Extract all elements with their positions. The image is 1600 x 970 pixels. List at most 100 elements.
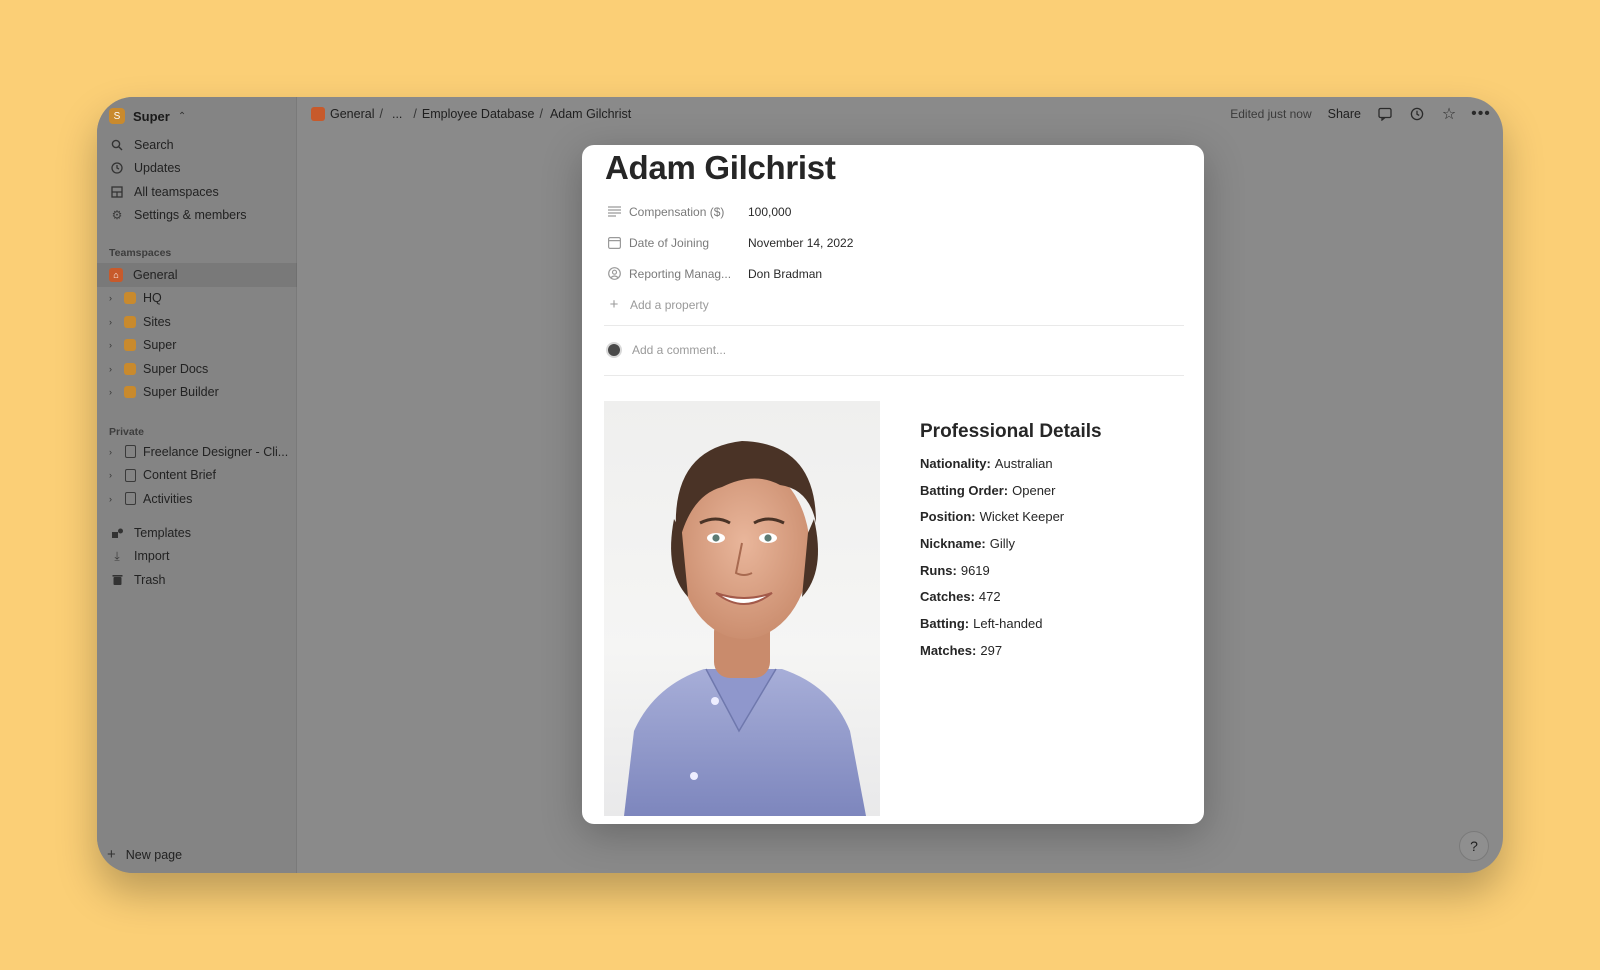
chevron-right-icon[interactable]: ›	[109, 364, 117, 374]
sidebar-item-templates[interactable]: Templates	[97, 521, 297, 545]
chevron-right-icon[interactable]: ›	[109, 293, 117, 303]
sidebar-item-super-docs[interactable]: › Super Docs	[97, 357, 297, 381]
comment-icon[interactable]	[1377, 106, 1393, 122]
detail-row: Batting Order: Opener	[920, 477, 1102, 504]
home-icon: ⌂	[109, 267, 123, 282]
sidebar-item-label: Activities	[143, 491, 193, 506]
property-row[interactable]: Date of Joining November 14, 2022	[606, 227, 1186, 258]
help-button[interactable]: ?	[1459, 831, 1489, 861]
property-row[interactable]: Reporting Manag... Don Bradman	[606, 258, 1186, 289]
teamspace-icon	[123, 362, 137, 376]
sidebar-item-general[interactable]: ⌂ General	[97, 263, 297, 287]
sidebar-item-hq[interactable]: › HQ	[97, 287, 297, 311]
detail-row: Matches: 297	[920, 637, 1102, 664]
sidebar-item-all-teamspaces[interactable]: All teamspaces	[97, 180, 297, 204]
detail-value: 297	[980, 642, 1003, 658]
sidebar-item-label: Trash	[134, 572, 166, 587]
detail-row: Runs: 9619	[920, 557, 1102, 584]
property-value[interactable]: November 14, 2022	[748, 236, 853, 250]
detail-key: Matches:	[920, 642, 977, 658]
comment-input[interactable]: Add a comment...	[606, 342, 726, 358]
breadcrumb-separator: /	[539, 107, 543, 121]
sidebar-item-super[interactable]: › Super	[97, 334, 297, 358]
sidebar-item-label: Super Builder	[143, 385, 219, 400]
sidebar-item-updates[interactable]: Updates	[97, 157, 297, 181]
person-icon	[606, 266, 622, 282]
sidebar-item-super-builder[interactable]: › Super Builder	[97, 381, 297, 405]
download-icon: ⤓	[114, 548, 120, 563]
workspace-name: Super	[133, 108, 170, 124]
document-icon	[123, 445, 137, 459]
document-icon	[123, 468, 137, 482]
sidebar-bottom-nav: Templates ⤓ Import Trash	[97, 521, 297, 592]
avatar	[606, 342, 622, 358]
property-name: Reporting Manag...	[629, 266, 732, 281]
chevron-right-icon[interactable]: ›	[109, 494, 117, 504]
chevron-right-icon[interactable]: ›	[109, 470, 117, 480]
property-value[interactable]: 100,000	[748, 205, 791, 219]
detail-key: Batting:	[920, 615, 970, 631]
breadcrumb: General / ... / Employee Database / Adam…	[311, 107, 631, 121]
detail-row: Position: Wicket Keeper	[920, 503, 1102, 530]
teamspace-icon	[123, 291, 137, 305]
chevron-right-icon[interactable]: ›	[109, 447, 117, 457]
properties-list: Compensation ($) 100,000 Date of Joining…	[606, 196, 1186, 320]
detail-value: Opener	[1012, 482, 1056, 498]
detail-value: 472	[978, 589, 1001, 605]
sidebar-item-import[interactable]: ⤓ Import	[97, 545, 297, 569]
new-page-label: New page	[125, 847, 183, 862]
page-title[interactable]: Adam Gilchrist	[605, 149, 836, 187]
home-icon	[311, 107, 325, 121]
detail-value: Left-handed	[973, 615, 1043, 631]
history-icon[interactable]	[1409, 106, 1425, 122]
sidebar-item-label: Super Docs	[143, 361, 209, 376]
property-row[interactable]: Compensation ($) 100,000	[606, 196, 1186, 227]
private-label: Private	[109, 426, 145, 438]
workspace-switcher[interactable]: S Super ⌃	[109, 108, 186, 124]
breadcrumb-item[interactable]: ...	[392, 107, 402, 121]
detail-row: Nationality: Australian	[920, 450, 1102, 477]
search-icon	[110, 138, 124, 152]
breadcrumb-item-current[interactable]: Adam Gilchrist	[550, 107, 631, 121]
sidebar-item-trash[interactable]: Trash	[97, 568, 297, 592]
chevron-right-icon[interactable]: ›	[109, 340, 117, 350]
sidebar-item-search[interactable]: Search	[97, 133, 297, 157]
detail-value: 9619	[960, 562, 990, 578]
breadcrumb-item[interactable]: Employee Database	[422, 107, 535, 121]
sidebar-item-label: Templates	[134, 525, 191, 540]
sidebar-item-label: General	[133, 267, 178, 282]
sidebar-item-sites[interactable]: › Sites	[97, 310, 297, 334]
detail-row: Nickname: Gilly	[920, 530, 1102, 557]
breadcrumb-separator: /	[413, 107, 417, 121]
profile-photo	[604, 401, 880, 816]
profile-photo-art	[624, 441, 866, 816]
clock-icon	[110, 161, 124, 175]
sidebar-item-label: All teamspaces	[134, 184, 219, 199]
edited-status: Edited just now	[1230, 107, 1312, 121]
sidebar-item-freelance-designer[interactable]: › Freelance Designer - Cli...	[97, 440, 297, 464]
teamspaces-label: Teamspaces	[109, 247, 172, 259]
star-icon[interactable]: ☆	[1441, 106, 1457, 123]
chevron-right-icon[interactable]: ›	[109, 387, 117, 397]
add-property-button[interactable]: + Add a property	[606, 289, 1186, 320]
sidebar-item-activities[interactable]: › Activities	[97, 487, 297, 511]
sidebar-item-label: Super	[143, 338, 177, 353]
detail-value: Gilly	[989, 535, 1016, 551]
share-button[interactable]: Share	[1328, 107, 1361, 121]
more-icon[interactable]: •••	[1471, 105, 1490, 122]
sidebar-item-label: Updates	[134, 161, 181, 176]
property-value[interactable]: Don Bradman	[748, 267, 822, 281]
detail-key: Position:	[920, 509, 976, 525]
sidebar-item-content-brief[interactable]: › Content Brief	[97, 464, 297, 488]
sidebar-item-settings[interactable]: ⚙ Settings & members	[97, 204, 297, 228]
document-icon	[123, 492, 137, 506]
chevron-right-icon[interactable]: ›	[109, 317, 117, 327]
detail-row: Catches: 472	[920, 583, 1102, 610]
property-name: Compensation ($)	[629, 204, 725, 219]
details-heading: Professional Details	[920, 421, 1102, 442]
calendar-icon	[606, 235, 622, 251]
plus-icon: +	[609, 296, 619, 313]
breadcrumb-item[interactable]: General	[330, 107, 374, 121]
gear-icon: ⚙	[111, 208, 123, 223]
new-page-button[interactable]: + New page	[107, 846, 182, 863]
